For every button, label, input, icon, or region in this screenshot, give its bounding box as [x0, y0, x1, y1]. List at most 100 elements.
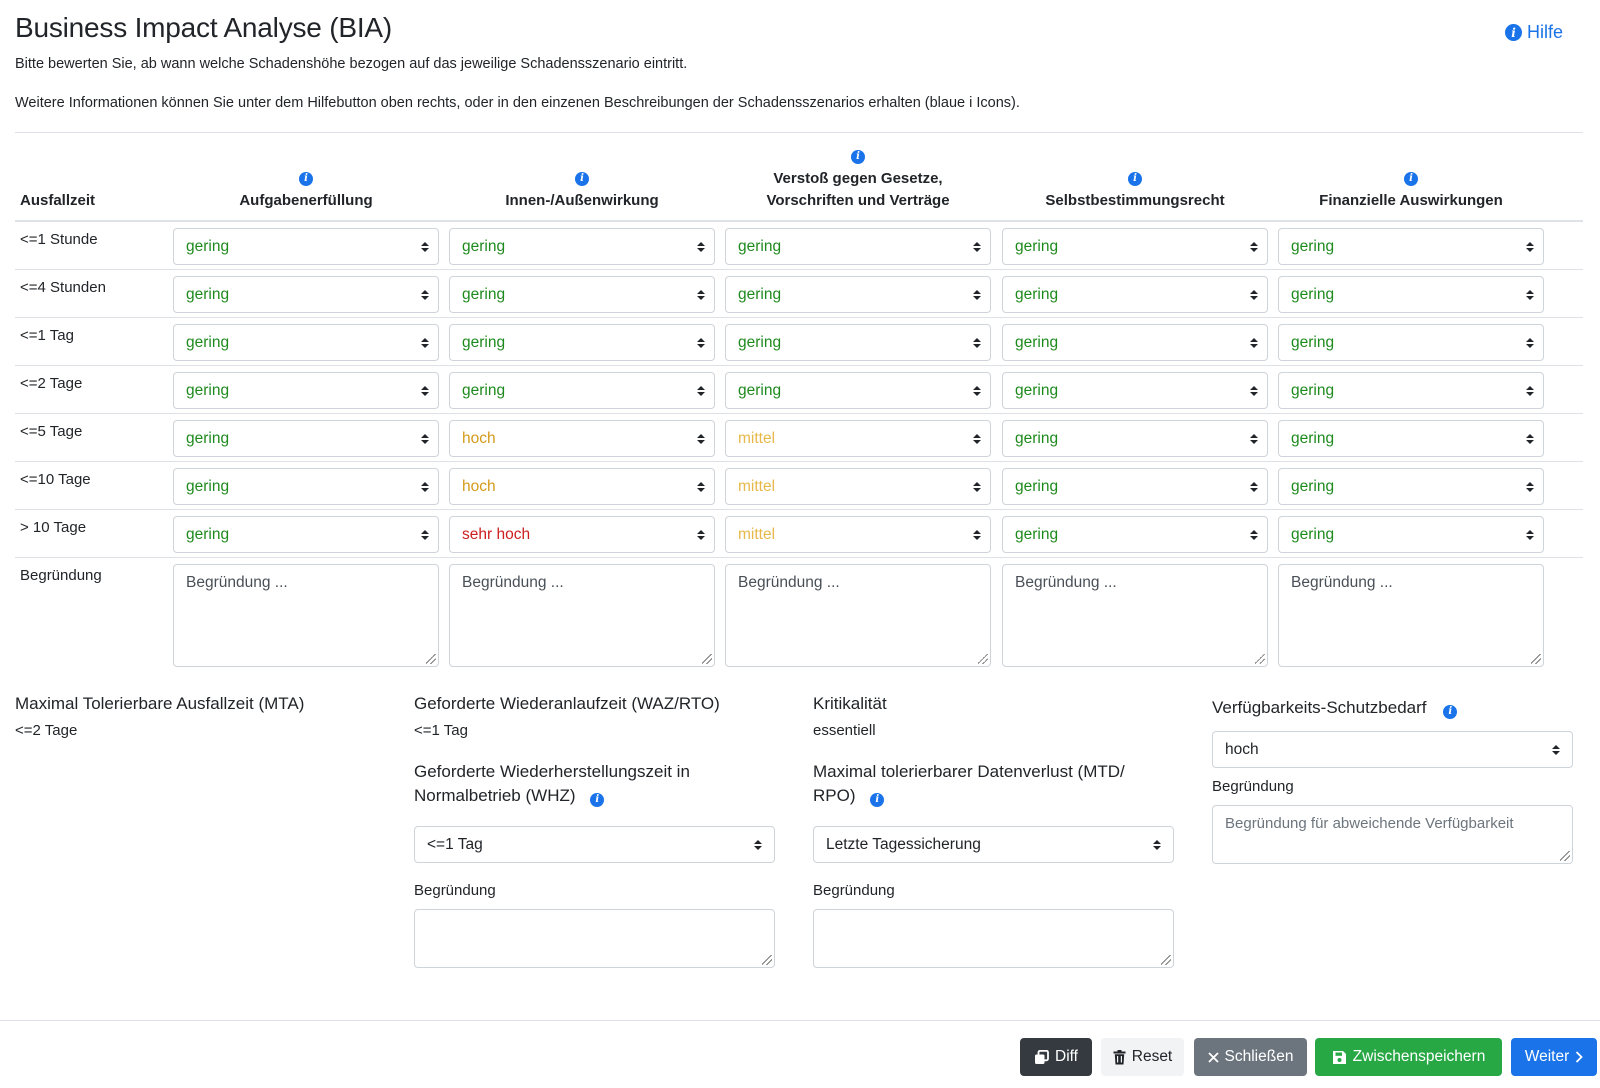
save-draft-button[interactable]: Zwischenspeichern [1315, 1038, 1502, 1076]
impact-level-select[interactable]: hoch [449, 420, 715, 457]
resize-handle[interactable] [1531, 654, 1541, 664]
next-button[interactable]: Weiter [1511, 1038, 1597, 1076]
impact-level-select[interactable]: gering [1278, 228, 1544, 265]
info-icon[interactable]: i [590, 793, 605, 807]
impact-level-select[interactable]: gering [1002, 468, 1268, 505]
column-header-label: Aufgabenerfüllung [239, 192, 373, 209]
resize-handle[interactable] [1560, 851, 1570, 861]
resize-handle[interactable] [702, 654, 712, 664]
impact-level-value: gering [462, 333, 506, 351]
impact-level-select[interactable]: gering [725, 324, 991, 361]
impact-matrix: Ausfallzeit i Aufgabenerfüllung i Innen-… [15, 140, 1583, 670]
select-caret-icon [697, 335, 705, 351]
resize-handle[interactable] [762, 955, 772, 965]
chevron-right-icon [1576, 1051, 1584, 1063]
resize-handle[interactable] [1161, 955, 1171, 965]
info-icon[interactable]: i [851, 150, 865, 164]
info-icon[interactable]: i [1128, 172, 1142, 186]
resize-handle[interactable] [978, 654, 988, 664]
mtd-select[interactable]: Letzte Tagessicherung [813, 826, 1174, 863]
reason-textarea[interactable]: Begründung ... [725, 564, 991, 667]
impact-level-select[interactable]: gering [1002, 372, 1268, 409]
impact-level-select[interactable]: gering [1278, 420, 1544, 457]
impact-level-select[interactable]: gering [1002, 276, 1268, 313]
diff-label: Diff [1055, 1048, 1078, 1065]
trash-icon [1113, 1049, 1126, 1064]
resize-handle[interactable] [1255, 654, 1265, 664]
impact-level-select[interactable]: gering [449, 228, 715, 265]
impact-level-value: gering [738, 333, 782, 351]
select-caret-icon [754, 837, 762, 853]
copy-icon [1035, 1049, 1049, 1064]
matrix-rows: <=1 Stunde gering gering gering gering gering… [15, 222, 1583, 558]
impact-level-value: gering [1015, 333, 1059, 351]
diff-button[interactable]: Diff [1020, 1038, 1092, 1076]
column-header-label: Finanzielle Auswirkungen [1319, 192, 1503, 209]
column-header-gesetzesverstoss: i Verstoß gegen Gesetze, Vorschriften un… [725, 150, 991, 212]
impact-level-select[interactable]: gering [1002, 516, 1268, 553]
impact-level-select[interactable]: gering [173, 324, 439, 361]
whz-select[interactable]: <=1 Tag [414, 826, 775, 863]
impact-level-select[interactable]: gering [449, 276, 715, 313]
impact-level-select[interactable]: gering [173, 372, 439, 409]
impact-level-select[interactable]: mittel [725, 420, 991, 457]
select-caret-icon [1250, 431, 1258, 447]
impact-level-select[interactable]: gering [173, 420, 439, 457]
verfuegbarkeit-reason-textarea[interactable]: Begründung für abweichende Verfügbarkeit [1212, 805, 1573, 864]
impact-level-select[interactable]: gering [173, 468, 439, 505]
impact-level-select[interactable]: gering [725, 372, 991, 409]
impact-level-select[interactable]: gering [1278, 324, 1544, 361]
info-icon[interactable]: i [870, 793, 885, 807]
impact-level-select[interactable]: gering [1278, 276, 1544, 313]
whz-reason-textarea[interactable] [414, 909, 775, 968]
reason-textarea[interactable]: Begründung ... [1002, 564, 1268, 667]
impact-level-select[interactable]: sehr hoch [449, 516, 715, 553]
select-caret-icon [973, 479, 981, 495]
verfuegbarkeit-select[interactable]: hoch [1212, 731, 1573, 768]
select-caret-icon [973, 287, 981, 303]
impact-level-select[interactable]: gering [1002, 420, 1268, 457]
mtd-reason-textarea[interactable] [813, 909, 1174, 968]
help-link[interactable]: i Hilfe [1505, 22, 1563, 43]
impact-level-value: gering [186, 381, 230, 399]
reset-button[interactable]: Reset [1101, 1038, 1184, 1076]
resize-handle[interactable] [426, 654, 436, 664]
impact-level-select[interactable]: gering [173, 276, 439, 313]
select-caret-icon [1526, 287, 1534, 303]
impact-level-value: gering [186, 477, 230, 495]
impact-level-select[interactable]: gering [1002, 228, 1268, 265]
impact-level-select[interactable]: gering [1278, 372, 1544, 409]
select-caret-icon [421, 287, 429, 303]
impact-level-select[interactable]: gering [1278, 468, 1544, 505]
impact-level-select[interactable]: gering [449, 324, 715, 361]
select-caret-icon [1526, 239, 1534, 255]
close-button[interactable]: Schließen [1194, 1038, 1307, 1076]
impact-level-select[interactable]: gering [173, 228, 439, 265]
info-icon[interactable]: i [299, 172, 313, 186]
impact-level-select[interactable]: gering [173, 516, 439, 553]
select-caret-icon [1526, 431, 1534, 447]
impact-level-select[interactable]: hoch [449, 468, 715, 505]
select-caret-icon [1250, 527, 1258, 543]
info-icon[interactable]: i [1443, 705, 1458, 719]
impact-level-value: gering [738, 237, 782, 255]
impact-level-select[interactable]: gering [1278, 516, 1544, 553]
impact-level-select[interactable]: gering [449, 372, 715, 409]
impact-level-value: gering [462, 237, 506, 255]
column-header-label-line2: Vorschriften und Verträge [766, 192, 950, 209]
select-caret-icon [421, 479, 429, 495]
select-caret-icon [1526, 383, 1534, 399]
impact-level-select[interactable]: gering [1002, 324, 1268, 361]
save-label: Zwischenspeichern [1352, 1048, 1486, 1065]
impact-level-select[interactable]: gering [725, 228, 991, 265]
impact-level-select[interactable]: mittel [725, 468, 991, 505]
reason-textarea[interactable]: Begründung ... [1278, 564, 1544, 667]
impact-level-select[interactable]: mittel [725, 516, 991, 553]
impact-level-select[interactable]: gering [725, 276, 991, 313]
info-icon[interactable]: i [1404, 172, 1418, 186]
info-icon[interactable]: i [575, 172, 589, 186]
column-header-innen-aussenwirkung: i Innen-/Außenwirkung [449, 172, 715, 212]
impact-level-value: gering [186, 429, 230, 447]
reason-textarea[interactable]: Begründung ... [173, 564, 439, 667]
reason-textarea[interactable]: Begründung ... [449, 564, 715, 667]
